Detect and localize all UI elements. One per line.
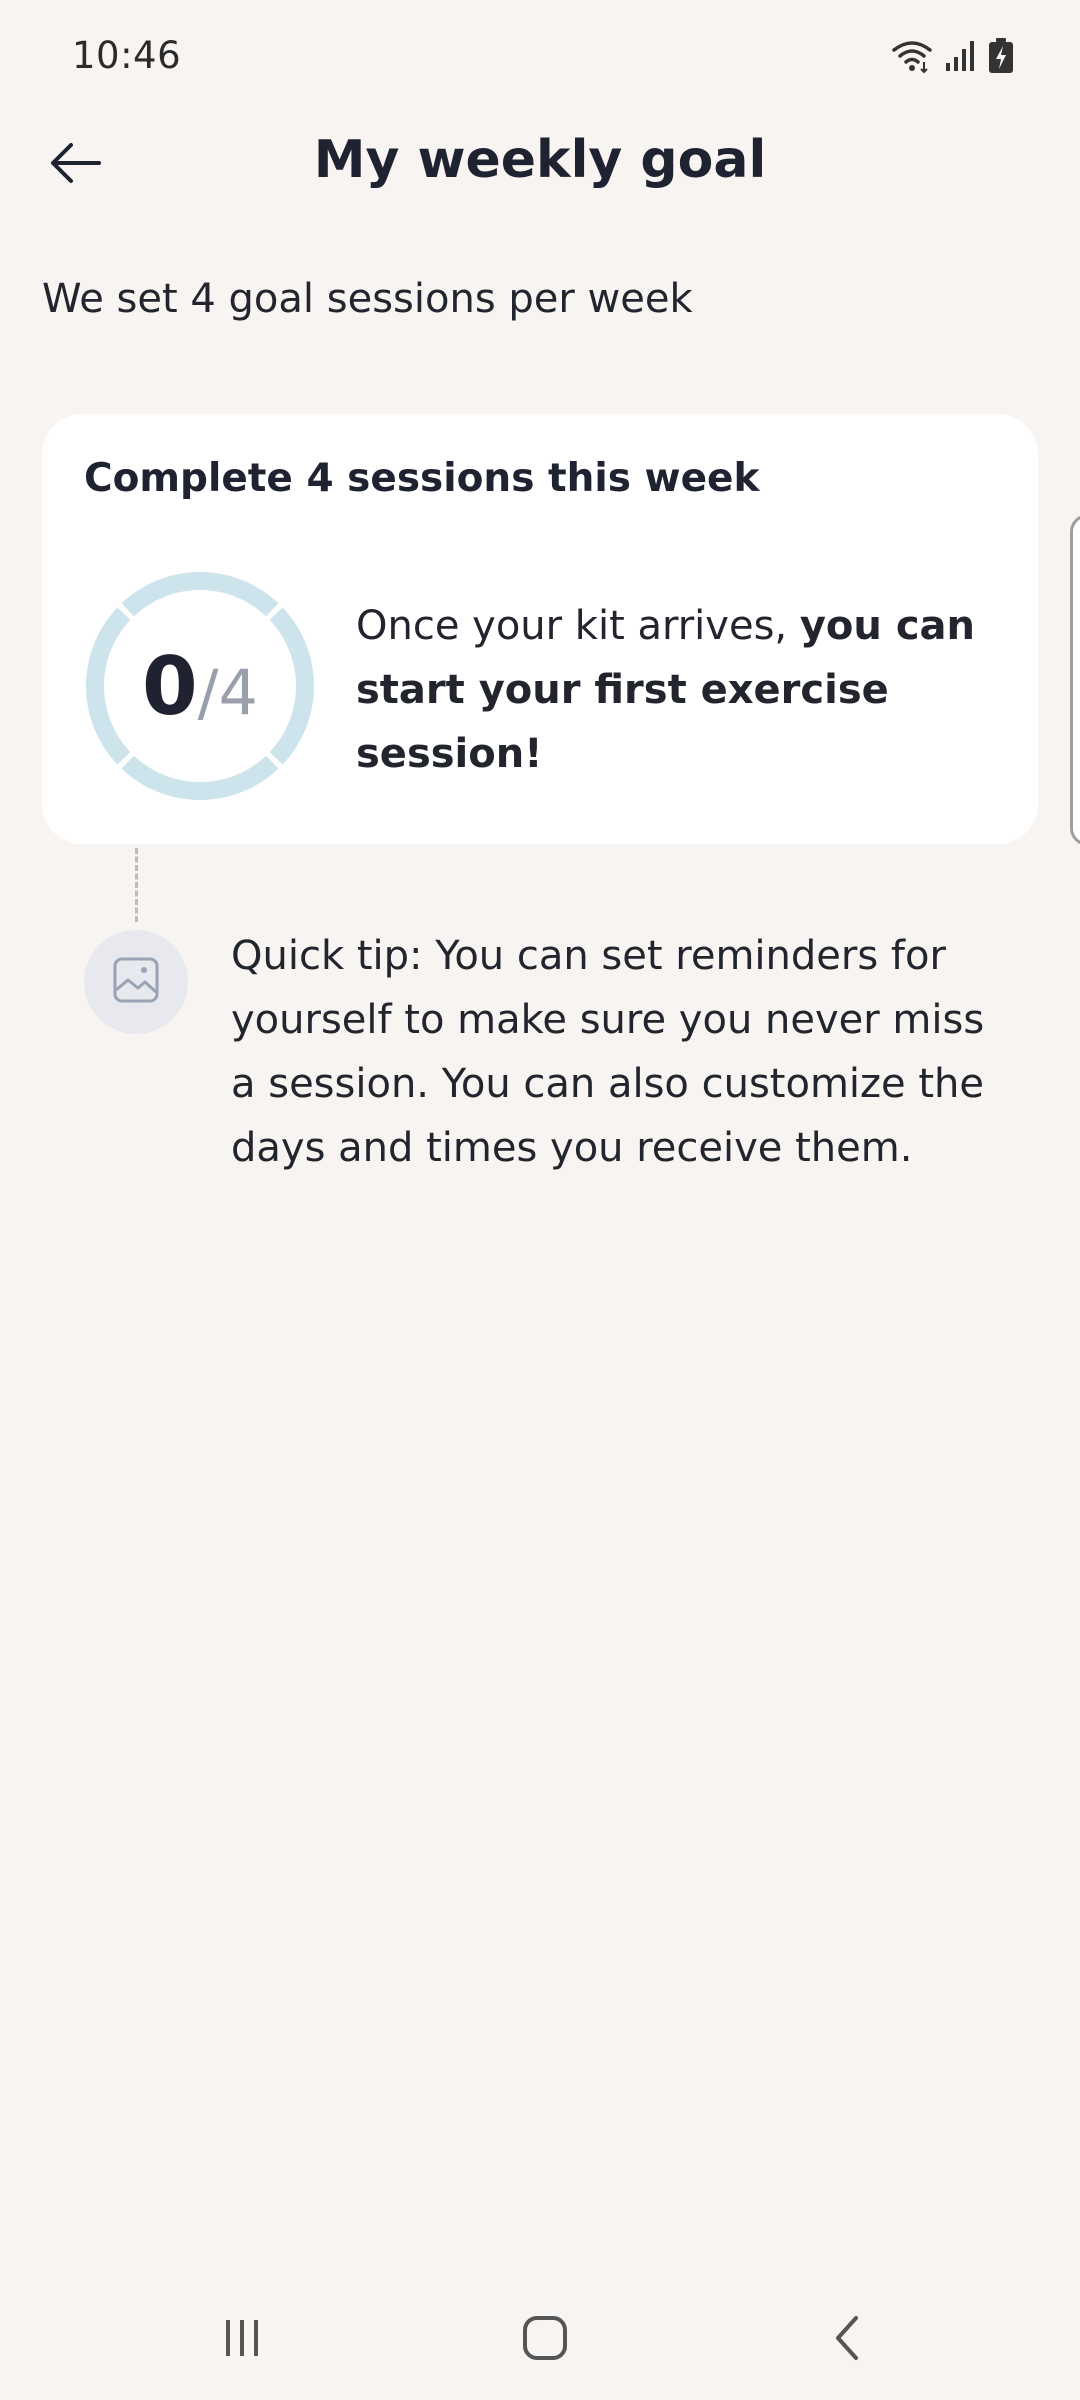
weekly-goal-card[interactable]: Complete 4 sessions this week 0/4 Once y… [42,414,1038,844]
system-nav-bar [0,2280,1080,2400]
status-bar: 10:46 [0,0,1080,120]
card-message: Once your kit arrives, you can start you… [356,594,996,786]
progress-ring: 0/4 [84,570,316,802]
card-title: Complete 4 sessions this week [84,456,760,501]
progress-separator: / [197,655,219,729]
recent-apps-button[interactable] [202,2310,282,2370]
header: My weekly goal [0,120,1080,210]
nav-back-button[interactable] [808,2310,888,2370]
next-card-peek[interactable] [1070,514,1080,846]
image-placeholder-icon [112,956,160,1008]
back-icon [828,2314,868,2366]
card-message-plain: Once your kit arrives, [356,603,800,649]
page-title: My weekly goal [313,130,767,190]
tip-avatar [84,930,188,1034]
recent-apps-icon [220,2316,264,2364]
battery-charging-icon [988,38,1014,78]
quick-tip-text: Quick tip: You can set reminders for you… [231,933,985,1171]
progress-label: 0/4 [84,570,316,802]
home-button[interactable] [505,2310,585,2370]
signal-icon [944,39,978,77]
wifi-icon [890,38,934,78]
progress-completed: 0 [141,639,198,733]
status-time: 10:46 [72,34,182,77]
status-icons [890,38,1014,78]
progress-total: 4 [218,655,258,729]
timeline-connector [135,848,138,922]
goal-subtitle: We set 4 goal sessions per week [42,276,693,322]
home-icon [521,2314,569,2366]
